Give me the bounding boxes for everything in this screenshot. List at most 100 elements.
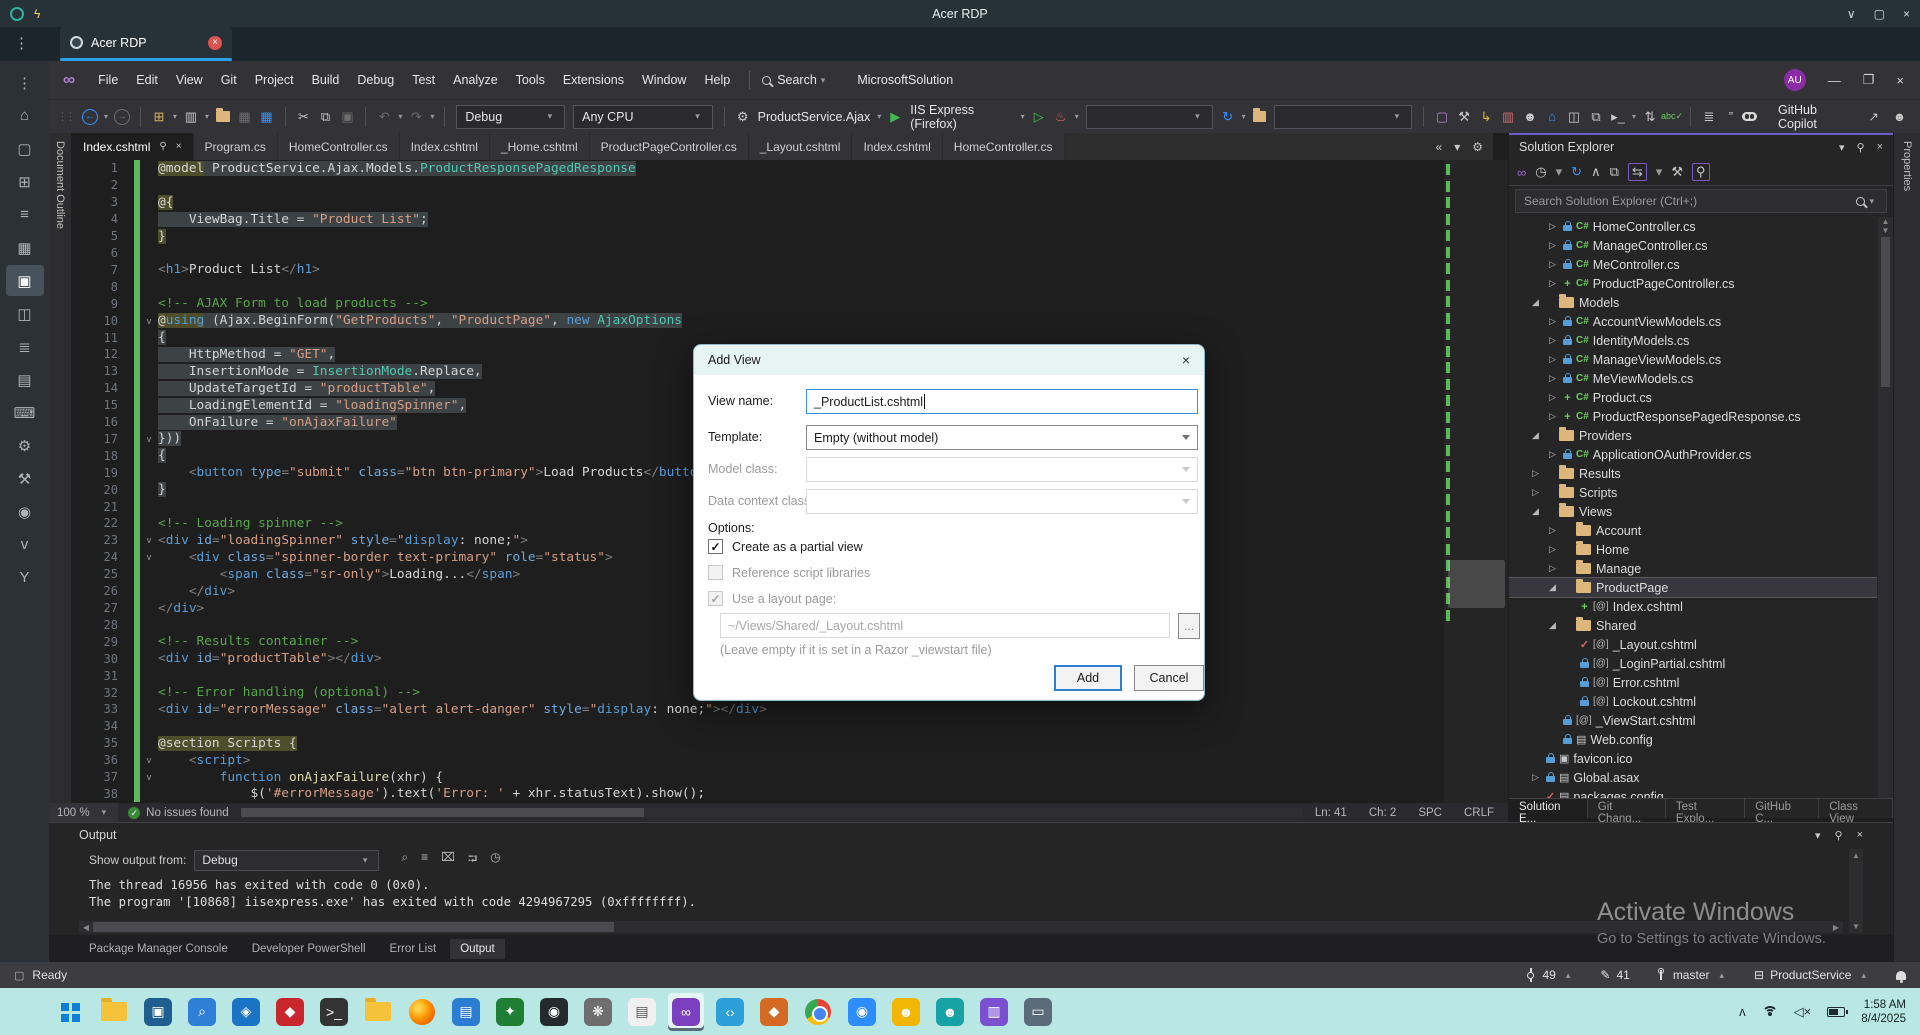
search-app-icon[interactable]: ⌕ xyxy=(184,993,220,1031)
properties-tab[interactable]: Properties xyxy=(1893,133,1920,962)
status-branch[interactable]: master ▴ xyxy=(1656,968,1728,982)
tree-item-productpage[interactable]: ◢ ProductPage xyxy=(1509,577,1877,598)
partial-view-checkbox[interactable]: ✓ xyxy=(708,539,723,554)
expander-icon[interactable]: ▷ xyxy=(1545,544,1560,555)
editor-tab-homecontroller-cs[interactable]: HomeController.cs xyxy=(277,133,400,160)
expander-icon[interactable]: ▷ xyxy=(1545,449,1560,460)
goto-message-icon[interactable]: ≡ xyxy=(421,850,428,871)
code-text[interactable]: <!-- Results container --> xyxy=(158,634,358,649)
column-indicator[interactable]: Ch: 2 xyxy=(1369,807,1397,819)
person-icon[interactable]: ☻ xyxy=(1520,105,1540,129)
tree-item-managecontroller-cs[interactable]: ▷ C# ManageController.cs xyxy=(1509,236,1877,255)
redo-icon[interactable]: ↷ xyxy=(406,105,426,129)
bottom-tab-output[interactable]: Output xyxy=(450,938,505,959)
dropdown-caret-icon[interactable]: ▾ xyxy=(398,112,402,121)
code-text[interactable]: <div id="loadingSpinner" style="display:… xyxy=(158,533,528,548)
notes-app-icon[interactable]: ▤ xyxy=(448,993,484,1031)
fold-icon[interactable]: v xyxy=(140,755,158,765)
tree-item-viewstart-cshtml[interactable]: [@] _ViewStart.cshtml xyxy=(1509,711,1877,730)
tools-icon[interactable]: ⚒ xyxy=(6,463,44,494)
menu-window[interactable]: Window xyxy=(633,69,695,91)
terminal-icon[interactable]: >_ xyxy=(316,993,352,1031)
chrome-icon[interactable] xyxy=(800,993,836,1031)
tree-item-lockout-cshtml[interactable]: [@] Lockout.cshtml xyxy=(1509,692,1877,711)
panel-tab-github-c[interactable]: GitHub C... xyxy=(1745,799,1820,825)
editor-tab-index-cshtml[interactable]: Index.cshtml ⚲ × xyxy=(72,133,194,160)
code-text[interactable]: HttpMethod = "GET", xyxy=(158,346,336,362)
menu-build[interactable]: Build xyxy=(303,69,349,91)
list-icon[interactable]: ≣ xyxy=(6,331,44,362)
tree-item-mecontroller-cs[interactable]: ▷ C# MeController.cs xyxy=(1509,255,1877,274)
grid-icon[interactable]: ▦ xyxy=(6,232,44,263)
minimize-icon[interactable]: ∨ xyxy=(1847,7,1856,21)
menu-test[interactable]: Test xyxy=(403,69,444,91)
bank-app-icon[interactable]: ▥ xyxy=(976,993,1012,1031)
nav-back-icon[interactable]: ← xyxy=(82,108,98,125)
rdp-tab[interactable]: Acer RDP × xyxy=(60,27,232,58)
code-text[interactable]: <!-- Loading spinner --> xyxy=(158,516,343,531)
copy-icon[interactable]: ⧉ xyxy=(315,105,335,129)
menu-file[interactable]: File xyxy=(89,69,127,91)
code-text[interactable]: <div class="spinner-border text-primary"… xyxy=(158,550,613,565)
expander-icon[interactable]: ◢ xyxy=(1528,430,1543,441)
tree-item-index-cshtml[interactable]: + [@] Index.cshtml xyxy=(1509,597,1877,616)
eol-indicator[interactable]: CRLF xyxy=(1464,807,1494,819)
code-text[interactable]: <h1>Product List</h1> xyxy=(158,262,320,277)
code-text[interactable]: </div> xyxy=(158,601,204,616)
word-wrap-icon[interactable]: ⮒ xyxy=(468,850,477,871)
dropdown-caret-icon[interactable]: ▾ xyxy=(173,112,177,121)
panel-close-icon[interactable]: × xyxy=(1857,829,1863,842)
tab-dropdown-icon[interactable]: ▾ xyxy=(1454,140,1460,154)
clock[interactable]: 1:58 AM 8/4/2025 xyxy=(1861,998,1906,1026)
bottom-tab-package-manager-console[interactable]: Package Manager Console xyxy=(79,939,238,959)
chevron-down-icon[interactable]: v xyxy=(6,529,44,560)
output-source-select[interactable]: Debug ▾ xyxy=(194,849,380,871)
avatar[interactable]: AU xyxy=(1783,69,1806,91)
expander-icon[interactable]: ◢ xyxy=(1545,620,1560,631)
share-icon[interactable]: ↗ xyxy=(1868,109,1878,124)
close-icon[interactable]: × xyxy=(1903,7,1910,21)
wrench-icon[interactable]: ⚒ xyxy=(1454,105,1474,129)
expander-icon[interactable]: ▷ xyxy=(1545,525,1560,536)
dropdown-caret-icon[interactable]: ▾ xyxy=(1021,112,1025,121)
panel-tab-test-explo[interactable]: Test Explo... xyxy=(1666,799,1746,825)
dropdown-caret-icon[interactable]: ▾ xyxy=(1632,112,1636,121)
panel-tab-git-chang[interactable]: Git Chang... xyxy=(1588,799,1666,825)
expander-icon[interactable]: ◢ xyxy=(1528,506,1543,517)
expander-icon[interactable]: ▷ xyxy=(1545,411,1560,422)
editor-scrollbar-map[interactable] xyxy=(1443,160,1508,803)
minimap-thumb[interactable] xyxy=(1448,560,1505,608)
tab-menu-icon[interactable]: ⋮ xyxy=(14,34,29,52)
bottom-tab-error-list[interactable]: Error List xyxy=(380,939,447,959)
fold-icon[interactable]: v xyxy=(140,535,158,545)
code-text[interactable]: <!-- AJAX Form to load products --> xyxy=(158,296,428,311)
red-app-icon[interactable]: ◆ xyxy=(272,993,308,1031)
menu-debug[interactable]: Debug xyxy=(348,69,403,91)
output-vertical-scrollbar[interactable]: ▲ ▼ xyxy=(1849,849,1863,933)
tree-item-models[interactable]: ◢ Models xyxy=(1509,293,1877,312)
open-folder-icon[interactable] xyxy=(215,108,230,122)
vs-restore-icon[interactable]: ❐ xyxy=(1863,72,1875,88)
code-text[interactable]: <div id="errorMessage" class="alert aler… xyxy=(158,702,767,717)
wifi-icon[interactable] xyxy=(1761,1005,1778,1018)
autoscroll-icon[interactable]: ◷ xyxy=(490,850,500,871)
cancel-button[interactable]: Cancel xyxy=(1134,665,1204,691)
clipboard-icon[interactable]: ▤ xyxy=(6,364,44,395)
pin-icon[interactable]: ⚲ xyxy=(159,141,166,152)
dropdown-caret-icon[interactable]: ▾ xyxy=(104,112,108,121)
tree-item-account[interactable]: ▷ Account xyxy=(1509,521,1877,540)
remote-desktop-icon[interactable]: ▣ xyxy=(140,993,176,1031)
code-text[interactable]: $('#errorMessage').text('Error: ' + xhr.… xyxy=(158,786,705,801)
output-log[interactable]: The thread 16956 has exited with code 0 … xyxy=(49,873,1893,910)
add-person-icon[interactable]: ☻ xyxy=(1893,110,1906,124)
code-text[interactable]: } xyxy=(158,482,166,498)
tree-item-scripts[interactable]: ▷ Scripts xyxy=(1509,483,1877,502)
new-project-icon[interactable]: ⊞ xyxy=(149,105,169,129)
tree-item-packages-config[interactable]: ✓ ▤ packages.config xyxy=(1509,787,1877,799)
tree-item-providers[interactable]: ◢ Providers xyxy=(1509,426,1877,445)
settings-gear-icon[interactable]: ⚙ xyxy=(6,430,44,461)
view-name-input[interactable]: _ProductList.cshtml xyxy=(806,389,1198,414)
start-without-debug-icon[interactable]: ▷ xyxy=(1029,105,1049,129)
battery-icon[interactable] xyxy=(1827,1006,1849,1017)
panel-dropdown-icon[interactable]: ▾ xyxy=(1815,829,1821,842)
